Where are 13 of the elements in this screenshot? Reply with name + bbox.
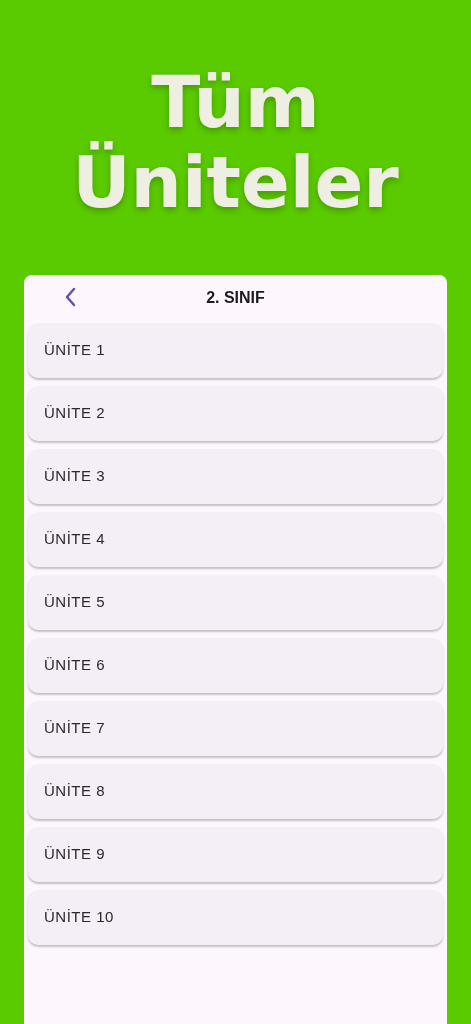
header-title: 2. SINIF	[206, 287, 265, 308]
unit-list-item[interactable]: ÜNİTE 4	[28, 512, 443, 567]
back-icon	[63, 286, 77, 308]
unit-list-item[interactable]: ÜNİTE 1	[28, 323, 443, 378]
unit-list-item[interactable]: ÜNİTE 6	[28, 638, 443, 693]
unit-list-item[interactable]: ÜNİTE 5	[28, 575, 443, 630]
unit-list-item[interactable]: ÜNİTE 10	[28, 890, 443, 945]
unit-list-item[interactable]: ÜNİTE 9	[28, 827, 443, 882]
page-title: Tüm Üniteler	[71, 61, 400, 222]
unit-list-item[interactable]: ÜNİTE 7	[28, 701, 443, 756]
unit-list-item[interactable]: ÜNİTE 8	[28, 764, 443, 819]
unit-list-item[interactable]: ÜNİTE 2	[28, 386, 443, 441]
unit-list-item[interactable]: ÜNİTE 3	[28, 449, 443, 504]
